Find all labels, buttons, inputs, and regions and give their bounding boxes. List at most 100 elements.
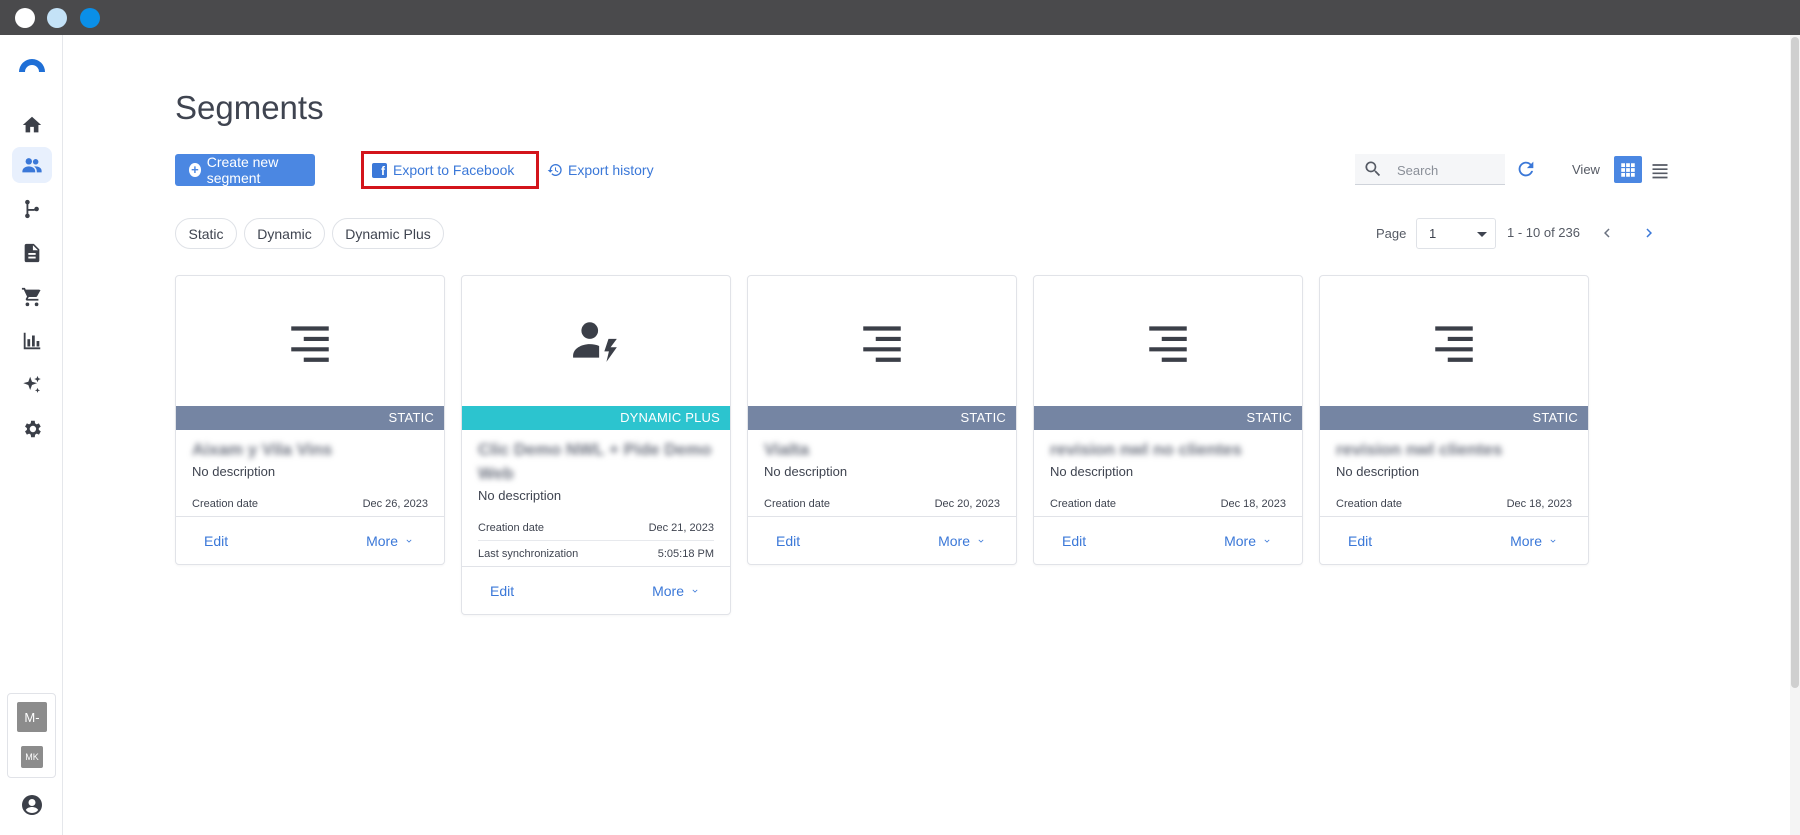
filter-chip-static[interactable]: Static — [175, 218, 237, 249]
refresh-button[interactable] — [1515, 158, 1537, 180]
more-menu-button[interactable]: More — [1510, 533, 1558, 549]
card-image — [748, 276, 1016, 406]
more-menu-button[interactable]: More — [938, 533, 986, 549]
segment-type-band: STATIC — [1320, 406, 1588, 430]
meta-value: Dec 18, 2023 — [1220, 498, 1286, 510]
meta-value: Dec 21, 2023 — [648, 522, 714, 534]
window-maximize-button[interactable] — [80, 8, 100, 28]
card-footer: Edit More — [176, 516, 444, 564]
export-to-facebook-button[interactable]: f Export to Facebook — [361, 151, 539, 189]
meta-row: Creation date Dec 20, 2023 — [764, 491, 1000, 516]
sidebar-item-ecommerce[interactable] — [12, 279, 52, 315]
user-profile-button[interactable] — [20, 793, 44, 817]
more-label: More — [938, 532, 970, 549]
caret-down-icon — [1477, 232, 1487, 237]
meta-row: Creation date Dec 18, 2023 — [1336, 491, 1572, 516]
window-minimize-button[interactable] — [47, 8, 67, 28]
logo-arc-icon — [19, 59, 45, 72]
grid-view-toggle[interactable] — [1614, 156, 1642, 183]
more-label: More — [366, 532, 398, 549]
list-icon — [863, 326, 901, 362]
chevron-down-icon — [404, 536, 414, 546]
sidebar-item-contacts[interactable] — [12, 147, 52, 183]
more-menu-button[interactable]: More — [1224, 533, 1272, 549]
edit-link[interactable]: Edit — [204, 533, 228, 549]
meta-label: Creation date — [192, 498, 259, 510]
sidebar-item-templates[interactable] — [12, 235, 52, 271]
sidebar-item-automation[interactable] — [12, 191, 52, 227]
search-input[interactable] — [1397, 160, 1497, 180]
segment-type-band: DYNAMIC PLUS — [462, 406, 730, 430]
history-icon — [547, 163, 562, 176]
segment-card[interactable]: DYNAMIC PLUS Clic Demo NWL + Pide Demo W… — [461, 275, 731, 615]
chevron-down-icon — [1548, 536, 1558, 546]
sidebar-item-reports[interactable] — [12, 323, 52, 359]
create-segment-label: Create new segment — [206, 154, 279, 186]
segment-type-band: STATIC — [1034, 406, 1302, 430]
meta-value: Dec 20, 2023 — [934, 498, 1000, 510]
edit-link[interactable]: Edit — [776, 533, 800, 549]
filter-chip-dynamic[interactable]: Dynamic — [244, 218, 325, 249]
more-menu-button[interactable]: More — [366, 533, 414, 549]
segment-type-band: STATIC — [748, 406, 1016, 430]
card-footer: Edit More — [748, 516, 1016, 564]
meta-value: Dec 26, 2023 — [362, 498, 428, 510]
document-icon — [24, 243, 40, 263]
window-close-button[interactable] — [15, 8, 35, 28]
segment-name: Clic Demo NWL + Pide Demo Web — [478, 440, 712, 483]
next-page-button[interactable] — [1640, 224, 1658, 242]
create-segment-button[interactable]: + Create new segment — [175, 154, 315, 186]
chevron-down-icon — [690, 586, 700, 596]
scrollbar-thumb[interactable] — [1791, 37, 1799, 688]
branch-icon — [25, 199, 39, 219]
person-bolt-icon — [573, 322, 617, 362]
sidebar-item-settings[interactable] — [12, 411, 52, 447]
people-icon — [22, 158, 42, 173]
segment-card[interactable]: STATIC revision nwl clientes No descript… — [1319, 275, 1589, 565]
home-icon — [22, 116, 42, 133]
sidebar-item-ai[interactable] — [12, 367, 52, 403]
account-switcher[interactable]: M- MK — [7, 693, 56, 778]
app-logo[interactable] — [17, 55, 47, 73]
search-icon — [1365, 161, 1381, 177]
cart-icon — [21, 287, 41, 307]
page-scrollbar[interactable] — [1790, 35, 1800, 835]
meta-label: Creation date — [1050, 498, 1117, 510]
user-circle-icon — [22, 795, 42, 815]
export-history-button[interactable]: Export history — [547, 159, 654, 181]
list-view-toggle[interactable] — [1648, 158, 1672, 182]
card-image — [1320, 276, 1588, 406]
list-view-icon — [1652, 164, 1668, 179]
sidebar-item-home[interactable] — [12, 107, 52, 143]
sidebar: M- MK — [0, 35, 63, 835]
list-icon — [1149, 326, 1187, 362]
edit-link[interactable]: Edit — [490, 583, 514, 599]
page-select[interactable]: 1 — [1416, 218, 1496, 249]
filter-chip-dynamic-plus[interactable]: Dynamic Plus — [332, 218, 444, 249]
search-box — [1355, 154, 1505, 185]
previous-page-button[interactable] — [1598, 224, 1616, 242]
segment-description: No description — [478, 488, 562, 503]
grid-icon — [1621, 162, 1635, 177]
more-label: More — [652, 582, 684, 599]
gear-icon — [25, 420, 41, 438]
meta-label: Creation date — [478, 522, 545, 534]
card-image — [462, 276, 730, 406]
edit-link[interactable]: Edit — [1348, 533, 1372, 549]
more-menu-button[interactable]: More — [652, 583, 700, 599]
segment-name: revision nwl no clientes — [1050, 440, 1242, 459]
segment-description: No description — [1050, 464, 1134, 479]
segment-name: revision nwl clientes — [1336, 440, 1503, 459]
meta-row: Creation date Dec 26, 2023 — [192, 491, 428, 516]
segment-card[interactable]: STATIC Vialta No description Creation da… — [747, 275, 1017, 565]
more-label: More — [1510, 532, 1542, 549]
meta-value: Dec 18, 2023 — [1506, 498, 1572, 510]
segment-card[interactable]: STATIC revision nwl no clientes No descr… — [1033, 275, 1303, 565]
segment-type-band: STATIC — [176, 406, 444, 430]
segment-card[interactable]: STATIC Aixam y Vila Vins No description … — [175, 275, 445, 565]
account-short-badge: MK — [21, 746, 43, 768]
page-range: 1 - 10 of 236 — [1507, 225, 1580, 240]
edit-link[interactable]: Edit — [1062, 533, 1086, 549]
export-to-facebook-label: Export to Facebook — [393, 162, 515, 178]
more-label: More — [1224, 532, 1256, 549]
